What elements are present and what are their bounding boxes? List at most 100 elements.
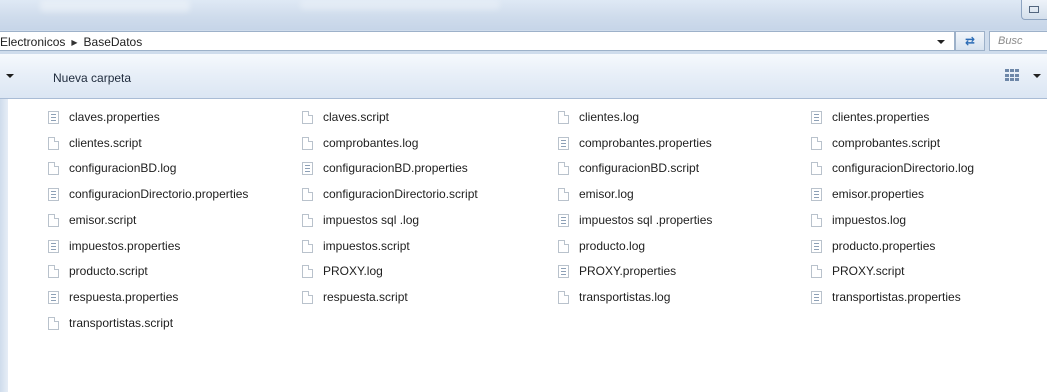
file-item[interactable]: impuestos sql .properties bbox=[558, 209, 712, 231]
file-item[interactable]: comprobantes.script bbox=[811, 132, 940, 154]
file-name: comprobantes.script bbox=[832, 136, 941, 150]
view-options-dropdown-icon[interactable] bbox=[1033, 74, 1041, 78]
address-row: Electronicos ▶ BaseDatos ⇄ Busc bbox=[0, 30, 1047, 54]
file-item[interactable]: configuracionDirectorio.log bbox=[811, 157, 974, 179]
file-item[interactable]: comprobantes.log bbox=[302, 132, 418, 154]
settings-file-icon bbox=[48, 110, 59, 124]
file-item[interactable]: transportistas.log bbox=[558, 286, 670, 308]
file-item[interactable]: claves.properties bbox=[48, 106, 160, 128]
file-item[interactable]: clientes.properties bbox=[811, 106, 929, 128]
blank-file-icon bbox=[302, 136, 313, 150]
file-item[interactable]: PROXY.properties bbox=[558, 260, 676, 282]
file-item[interactable]: transportistas.script bbox=[48, 312, 173, 334]
file-item[interactable]: claves.script bbox=[302, 106, 389, 128]
file-item[interactable]: impuestos sql .log bbox=[302, 209, 419, 231]
blank-file-icon bbox=[558, 110, 569, 124]
search-input[interactable]: Busc bbox=[989, 31, 1047, 51]
new-folder-button[interactable]: Nueva carpeta bbox=[53, 71, 131, 85]
blank-file-icon bbox=[558, 161, 569, 175]
blank-file-icon bbox=[558, 290, 569, 304]
search-placeholder: Busc bbox=[998, 35, 1023, 47]
blank-file-icon bbox=[302, 110, 313, 124]
file-name: impuestos.log bbox=[832, 213, 907, 227]
file-item[interactable]: PROXY.log bbox=[302, 260, 383, 282]
file-name: claves.properties bbox=[69, 110, 160, 124]
organize-dropdown-icon[interactable] bbox=[6, 74, 14, 78]
file-name: impuestos.script bbox=[323, 239, 410, 253]
settings-file-icon bbox=[811, 290, 822, 304]
file-item[interactable]: respuesta.script bbox=[302, 286, 408, 308]
blank-file-icon bbox=[558, 187, 569, 201]
file-name: emisor.log bbox=[579, 187, 634, 201]
blank-file-icon bbox=[811, 264, 822, 278]
file-name: configuracionDirectorio.script bbox=[323, 187, 478, 201]
breadcrumb: Electronicos ▶ BaseDatos bbox=[0, 35, 142, 49]
blank-file-icon bbox=[302, 239, 313, 253]
breadcrumb-item-basedatos[interactable]: BaseDatos bbox=[84, 35, 143, 49]
blank-file-icon bbox=[302, 264, 313, 278]
settings-file-icon bbox=[811, 187, 822, 201]
file-item[interactable]: clientes.log bbox=[558, 106, 639, 128]
file-name: impuestos sql .log bbox=[323, 213, 420, 227]
file-name: clientes.log bbox=[579, 110, 640, 124]
file-name: producto.script bbox=[69, 264, 148, 278]
file-name: PROXY.script bbox=[832, 264, 905, 278]
file-item[interactable]: configuracionBD.script bbox=[558, 157, 699, 179]
blank-file-icon bbox=[302, 187, 313, 201]
settings-file-icon bbox=[48, 239, 59, 253]
file-name: emisor.script bbox=[69, 213, 137, 227]
file-name: configuracionDirectorio.properties bbox=[69, 187, 249, 201]
change-view-icon[interactable] bbox=[1005, 69, 1019, 82]
file-item[interactable]: transportistas.properties bbox=[811, 286, 961, 308]
file-item[interactable]: producto.log bbox=[558, 235, 645, 257]
refresh-icon: ⇄ bbox=[964, 34, 976, 48]
file-item[interactable]: configuracionBD.properties bbox=[302, 157, 468, 179]
blank-file-icon bbox=[48, 136, 59, 150]
settings-file-icon bbox=[811, 239, 822, 253]
file-name: transportistas.log bbox=[579, 290, 671, 304]
file-item[interactable]: producto.script bbox=[48, 260, 148, 282]
file-item[interactable]: emisor.script bbox=[48, 209, 136, 231]
settings-file-icon bbox=[302, 161, 313, 175]
file-item[interactable]: configuracionDirectorio.properties bbox=[48, 183, 248, 205]
file-name: configuracionBD.log bbox=[69, 161, 177, 175]
file-item[interactable]: clientes.script bbox=[48, 132, 142, 154]
blank-file-icon bbox=[811, 213, 822, 227]
address-bar[interactable]: Electronicos ▶ BaseDatos bbox=[0, 31, 955, 51]
settings-file-icon bbox=[558, 264, 569, 278]
blank-file-icon bbox=[811, 136, 822, 150]
file-item[interactable]: configuracionDirectorio.script bbox=[302, 183, 478, 205]
file-item[interactable]: PROXY.script bbox=[811, 260, 904, 282]
file-name: producto.log bbox=[579, 239, 646, 253]
breadcrumb-item-electronicos[interactable]: Electronicos bbox=[0, 35, 65, 49]
file-name: configuracionBD.properties bbox=[323, 161, 468, 175]
file-item[interactable]: emisor.properties bbox=[811, 183, 924, 205]
file-item[interactable]: impuestos.properties bbox=[48, 235, 180, 257]
file-item[interactable]: producto.properties bbox=[811, 235, 935, 257]
file-name: respuesta.script bbox=[323, 290, 408, 304]
file-item[interactable]: impuestos.log bbox=[811, 209, 906, 231]
file-item[interactable]: impuestos.script bbox=[302, 235, 410, 257]
blank-file-icon bbox=[48, 264, 59, 278]
settings-file-icon bbox=[811, 110, 822, 124]
blank-file-icon bbox=[48, 161, 59, 175]
file-name: impuestos.properties bbox=[69, 239, 181, 253]
explorer-window: Electronicos ▶ BaseDatos ⇄ Busc Nueva carp… bbox=[0, 0, 1047, 392]
breadcrumb-separator-icon[interactable]: ▶ bbox=[71, 38, 77, 47]
address-history-dropdown-icon[interactable] bbox=[929, 34, 953, 50]
file-name: claves.script bbox=[323, 110, 390, 124]
blank-file-icon bbox=[48, 213, 59, 227]
file-name: comprobantes.log bbox=[323, 136, 419, 150]
refresh-button[interactable]: ⇄ bbox=[955, 31, 985, 51]
blank-file-icon bbox=[558, 239, 569, 253]
file-item[interactable]: configuracionBD.log bbox=[48, 157, 176, 179]
file-name: PROXY.log bbox=[323, 264, 383, 278]
blank-file-icon bbox=[48, 316, 59, 330]
file-item[interactable]: comprobantes.properties bbox=[558, 132, 712, 154]
file-item[interactable]: emisor.log bbox=[558, 183, 634, 205]
file-name: configuracionDirectorio.log bbox=[832, 161, 975, 175]
file-name: clientes.properties bbox=[832, 110, 930, 124]
title-bar bbox=[0, 0, 1047, 30]
restore-window-icon[interactable] bbox=[1021, 0, 1047, 20]
file-item[interactable]: respuesta.properties bbox=[48, 286, 178, 308]
